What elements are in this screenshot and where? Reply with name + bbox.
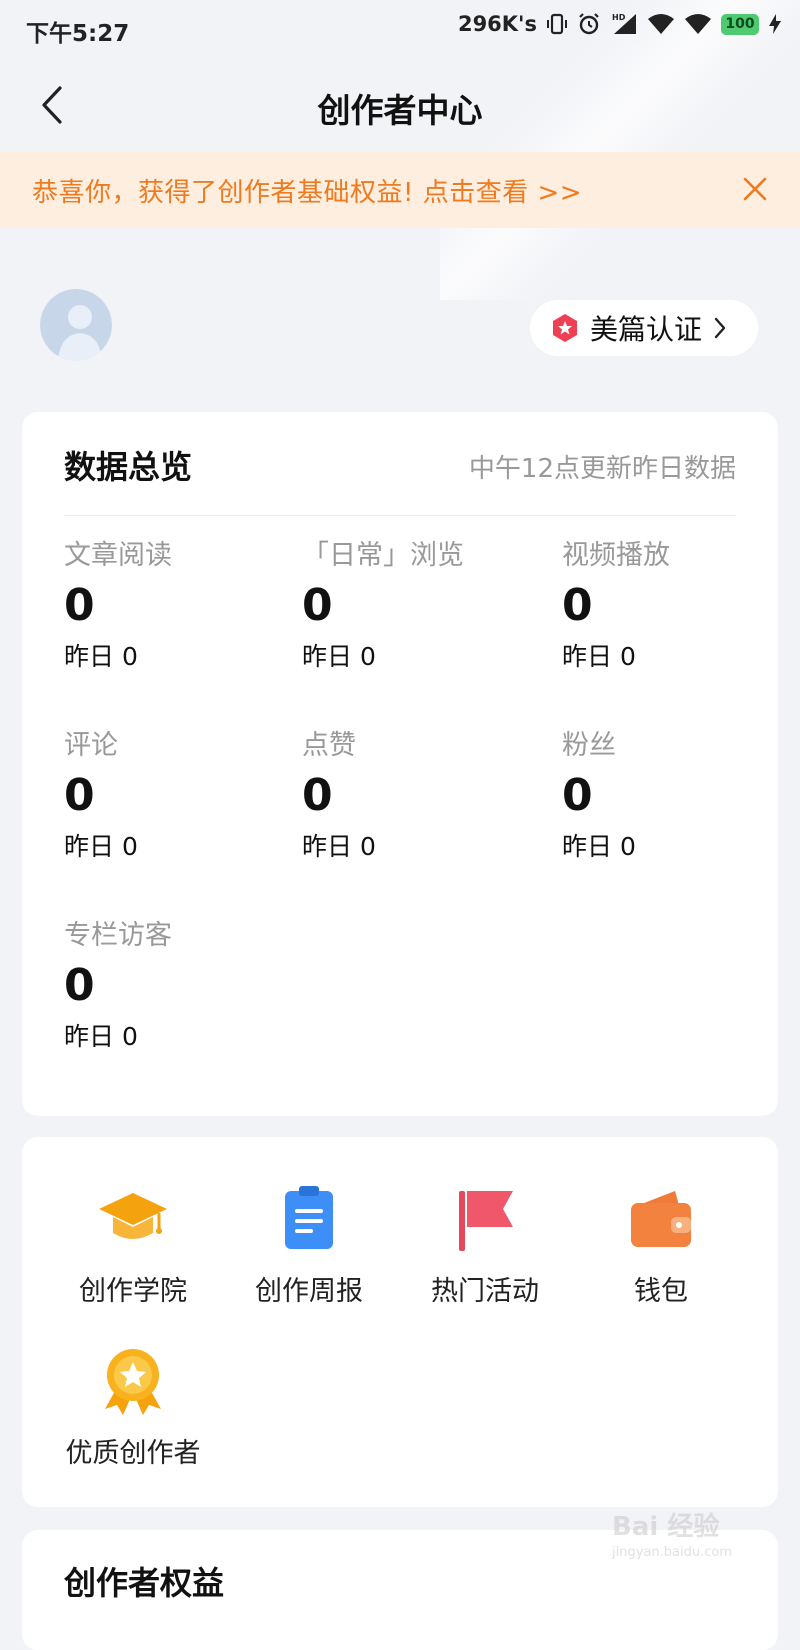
tool-creation-academy[interactable]: 创作学院	[48, 1183, 218, 1308]
stat-value: 0	[64, 580, 95, 631]
stat-likes[interactable]: 点赞 0 昨日 0	[302, 728, 522, 864]
wifi-icon	[648, 14, 674, 34]
stat-label: 专栏访客	[64, 920, 172, 951]
overview-title: 数据总览	[64, 448, 193, 486]
stat-article-reads[interactable]: 文章阅读 0 昨日 0	[64, 538, 284, 674]
graduation-cap-icon	[99, 1193, 167, 1239]
stat-column-visitors[interactable]: 专栏访客 0 昨日 0	[64, 918, 284, 1054]
status-icons: 296K's HD 100	[458, 12, 782, 36]
tool-weekly-report[interactable]: 创作周报	[224, 1183, 394, 1308]
flag-icon	[459, 1191, 513, 1251]
divider	[64, 515, 736, 516]
stat-value: 0	[64, 770, 95, 821]
stat-yesterday: 昨日 0	[64, 1022, 138, 1051]
tools-card: 创作学院 创作周报 热门活动 钱包 优质创作者	[22, 1137, 778, 1507]
stat-daily-views[interactable]: 「日常」浏览 0 昨日 0	[302, 538, 522, 674]
tool-label: 钱包	[634, 1276, 688, 1307]
stat-label: 评论	[64, 730, 118, 761]
stat-yesterday: 昨日 0	[562, 642, 636, 671]
vibrate-icon	[547, 13, 567, 35]
chevron-right-icon	[714, 317, 726, 339]
star-medal-icon	[105, 1349, 161, 1415]
stat-fans[interactable]: 粉丝 0 昨日 0	[562, 728, 782, 864]
header: 创作者中心	[0, 62, 800, 148]
default-avatar-icon	[40, 289, 112, 361]
svg-text:HD: HD	[612, 13, 626, 22]
stat-comments[interactable]: 评论 0 昨日 0	[64, 728, 284, 864]
tool-wallet[interactable]: 钱包	[576, 1183, 746, 1308]
wifi-icon-2	[685, 14, 711, 34]
update-note: 中午12点更新昨日数据	[468, 454, 736, 484]
status-bar: 下午5:27 296K's HD 100	[0, 0, 800, 56]
stat-value: 0	[302, 770, 333, 821]
tool-quality-creator[interactable]: 优质创作者	[48, 1345, 218, 1470]
rights-title: 创作者权益	[64, 1564, 225, 1602]
certification-label: 美篇认证	[590, 313, 703, 346]
clipboard-report-icon	[285, 1186, 333, 1249]
certification-button[interactable]: 美篇认证	[530, 300, 758, 356]
hd-signal-icon: HD	[612, 13, 636, 34]
alarm-icon	[579, 13, 599, 35]
tool-hot-events[interactable]: 热门活动	[400, 1183, 570, 1308]
tool-label: 创作周报	[255, 1276, 363, 1307]
page-title: 创作者中心	[317, 91, 483, 130]
data-overview-card: 数据总览 中午12点更新昨日数据 文章阅读 0 昨日 0 「日常」浏览 0 昨日…	[22, 412, 778, 1116]
stat-yesterday: 昨日 0	[562, 832, 636, 861]
tool-label: 优质创作者	[65, 1438, 201, 1469]
stat-value: 0	[64, 960, 95, 1011]
stat-label: 文章阅读	[64, 540, 172, 571]
tool-label: 热门活动	[431, 1276, 539, 1307]
battery-icon: 100	[721, 13, 759, 35]
wallet-icon	[631, 1191, 691, 1247]
network-speed: 296K's	[457, 12, 537, 36]
stat-yesterday: 昨日 0	[64, 832, 138, 861]
stat-yesterday: 昨日 0	[302, 832, 376, 861]
stat-yesterday: 昨日 0	[302, 642, 376, 671]
charging-icon	[769, 14, 781, 34]
tool-label: 创作学院	[79, 1276, 187, 1307]
stat-label: 视频播放	[562, 540, 670, 571]
stat-label: 「日常」浏览	[302, 540, 464, 571]
stat-value: 0	[562, 580, 593, 631]
avatar[interactable]	[40, 289, 112, 361]
watermark-logo: Bai 经验 jingyan.baidu.com	[612, 1506, 732, 1560]
notice-banner[interactable]: 恭喜你，获得了创作者基础权益! 点击查看 >>	[0, 152, 800, 228]
status-time: 下午5:27	[26, 21, 130, 47]
stat-value: 0	[562, 770, 593, 821]
watermark-sub: jingyan.baidu.com	[612, 1545, 732, 1560]
watermark-main: Bai 经验	[612, 1512, 720, 1542]
stat-label: 点赞	[302, 730, 356, 761]
notice-text[interactable]: 恭喜你，获得了创作者基础权益! 点击查看 >>	[32, 172, 582, 209]
stat-video-plays[interactable]: 视频播放 0 昨日 0	[562, 538, 782, 674]
stat-label: 粉丝	[562, 730, 616, 761]
close-icon[interactable]	[740, 174, 770, 204]
red-badge-icon	[553, 314, 577, 342]
stat-yesterday: 昨日 0	[64, 642, 138, 671]
stat-value: 0	[302, 580, 333, 631]
